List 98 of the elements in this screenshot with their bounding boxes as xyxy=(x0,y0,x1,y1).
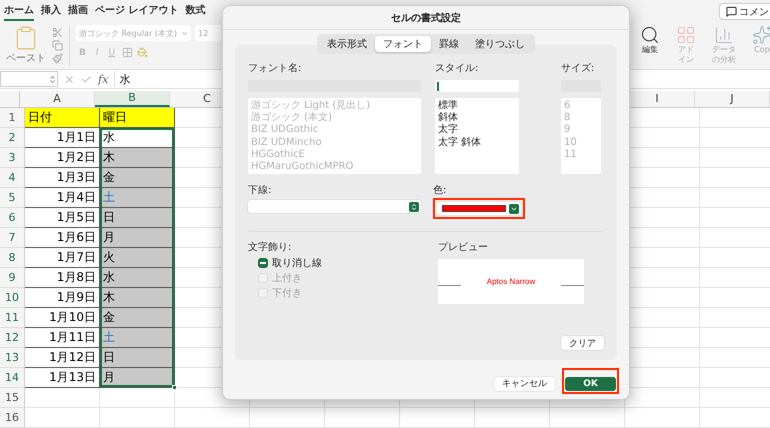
copy-icon[interactable] xyxy=(52,40,63,51)
table-cell: 曜日 xyxy=(100,108,175,128)
table-cell: 日 xyxy=(100,348,175,368)
dialog-button[interactable]: OK xyxy=(565,377,616,391)
caret-icon xyxy=(181,30,188,36)
table-cell: 日付 xyxy=(25,108,100,128)
table-cell: 1月5日 xyxy=(25,208,100,228)
grid-icon xyxy=(676,25,696,45)
fill-handle[interactable] xyxy=(172,385,177,390)
stepper-icon xyxy=(409,202,419,212)
preview-text: Aptos Narrow xyxy=(486,277,536,286)
ribbon-tab[interactable]: 挿入 xyxy=(41,0,61,21)
table-cell: 1月12日 xyxy=(25,348,100,368)
section-label: 文字飾り: xyxy=(248,240,292,255)
speech-bubble-icon xyxy=(726,6,737,17)
ribbon-tab[interactable]: 描画 xyxy=(68,0,88,21)
checkbox-label[interactable]: 取り消し線 xyxy=(272,256,322,270)
table-cell: 1月2日 xyxy=(25,148,100,168)
row-number[interactable]: 15 xyxy=(0,388,25,408)
row-number[interactable]: 2 xyxy=(0,128,25,148)
dialog-button[interactable]: キャンセル xyxy=(494,376,555,391)
table-cell: 火 xyxy=(100,248,175,268)
table-cell: 1月13日 xyxy=(25,368,100,388)
table-cell: 1月6日 xyxy=(25,228,100,248)
list-item[interactable]: 太字 斜体 xyxy=(438,136,516,149)
section-label: プレビュー xyxy=(438,240,489,255)
row-number[interactable]: 4 xyxy=(0,168,25,188)
dialog-title: セルの書式設定 xyxy=(223,6,629,30)
dialog-tab[interactable]: 表示形式 xyxy=(319,36,375,52)
clear-button[interactable]: クリア xyxy=(561,336,604,350)
table-cell: 1月1日 xyxy=(25,128,100,148)
table-cell: 木 xyxy=(100,148,175,168)
style-field[interactable] xyxy=(435,80,519,92)
table-cell: 木 xyxy=(100,288,175,308)
close-icon[interactable] xyxy=(64,74,75,85)
field-label: フォント名: xyxy=(248,62,302,76)
table-cell: 月 xyxy=(100,368,175,388)
table-cell: 1月9日 xyxy=(25,288,100,308)
table-cell: 1月8日 xyxy=(25,268,100,288)
caret-icon xyxy=(509,204,519,214)
row-number[interactable]: 13 xyxy=(0,348,25,368)
column-header[interactable]: B xyxy=(95,90,170,107)
table-cell: 1月7日 xyxy=(25,248,100,268)
field-label: スタイル: xyxy=(435,62,480,76)
row-number[interactable]: 1 xyxy=(0,108,25,128)
checkbox[interactable] xyxy=(258,258,268,268)
list-item[interactable]: 太字 xyxy=(438,124,516,137)
chart-icon xyxy=(714,25,734,45)
dialog-tab[interactable]: 罫線 xyxy=(431,36,467,52)
color-picker[interactable] xyxy=(437,202,521,215)
fill-icon[interactable] xyxy=(137,47,148,58)
table-cell: 水 xyxy=(100,268,175,288)
row-number[interactable]: 16 xyxy=(0,408,25,428)
table-cell: 1月10日 xyxy=(25,308,100,328)
field-label: 下線: xyxy=(248,184,272,198)
sparkle-icon xyxy=(752,25,770,45)
field-label: 色: xyxy=(433,184,448,198)
list-item[interactable]: 斜体 xyxy=(438,112,516,124)
dialog-tab[interactable]: 塗りつぶし xyxy=(467,36,533,52)
comment-button[interactable]: コメン xyxy=(719,3,770,20)
table-cell: 1月4日 xyxy=(25,188,100,208)
row-number[interactable]: 12 xyxy=(0,328,25,348)
underline-select[interactable] xyxy=(248,200,421,213)
brush-icon[interactable] xyxy=(52,53,63,64)
table-cell: 1月11日 xyxy=(25,328,100,348)
paste-button[interactable]: ペースト xyxy=(6,25,46,65)
table-cell: 金 xyxy=(100,168,175,188)
row-number[interactable]: 5 xyxy=(0,188,25,208)
stepper-icon xyxy=(48,74,57,84)
table-cell: 土 xyxy=(100,188,175,208)
function-label[interactable]: fx xyxy=(98,72,108,86)
ribbon-tab[interactable]: ページ レイアウト xyxy=(95,0,178,21)
row-number[interactable]: 11 xyxy=(0,308,25,328)
check-icon[interactable] xyxy=(81,74,92,85)
name-box[interactable] xyxy=(0,71,58,88)
row-number[interactable]: 14 xyxy=(0,368,25,388)
style-list[interactable]: 標準 斜体 太字 太字 斜体 xyxy=(435,98,519,174)
column-header[interactable]: J xyxy=(695,90,770,107)
search-icon xyxy=(640,25,660,45)
row-number[interactable]: 10 xyxy=(0,288,25,308)
table-cell: 金 xyxy=(100,308,175,328)
row-number[interactable]: 3 xyxy=(0,148,25,168)
table-cell: 日 xyxy=(100,208,175,228)
ribbon-tab[interactable]: 数式 xyxy=(185,0,206,21)
row-number[interactable]: 6 xyxy=(0,208,25,228)
dialog-tab[interactable]: フォント xyxy=(375,36,431,52)
table-cell: 1月3日 xyxy=(25,168,100,188)
field-label: サイズ: xyxy=(561,62,596,76)
ribbon-button[interactable]: 編集 xyxy=(636,25,664,69)
list-item[interactable]: 標準 xyxy=(438,100,516,112)
row-number[interactable]: 7 xyxy=(0,228,25,248)
scissors-icon[interactable] xyxy=(52,27,63,38)
table-cell: 月 xyxy=(100,228,175,248)
row-number[interactable]: 9 xyxy=(0,268,25,288)
table-cell: 水 xyxy=(100,128,175,148)
table-cell: 土 xyxy=(100,328,175,348)
borders-icon[interactable] xyxy=(122,47,134,58)
row-number[interactable]: 8 xyxy=(0,248,25,268)
